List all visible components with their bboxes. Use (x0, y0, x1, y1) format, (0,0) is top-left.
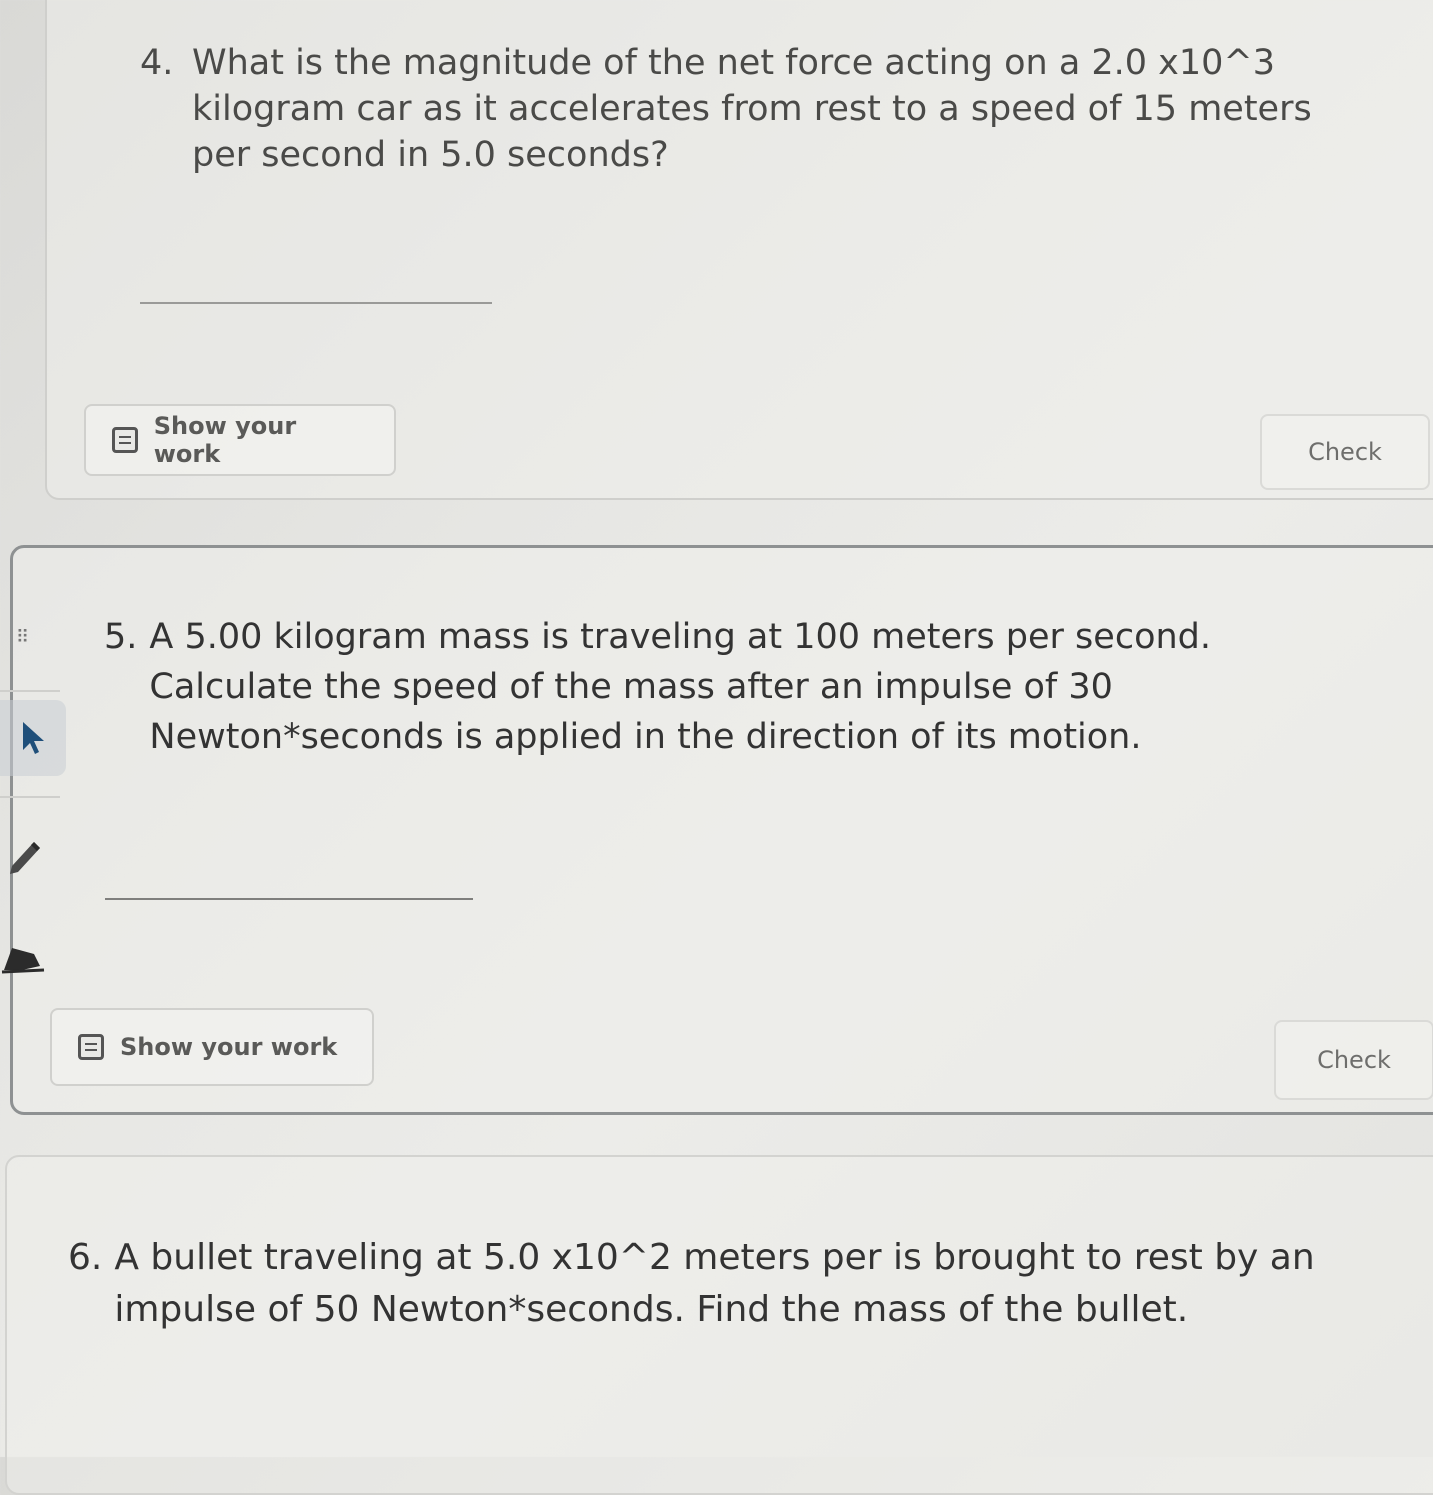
pointer-icon[interactable] (0, 700, 66, 776)
pen-icon-glyph (10, 842, 40, 874)
check-label: Check (1308, 438, 1382, 466)
show-your-work-label: Show your work (120, 1033, 338, 1061)
question-number: 4. (140, 43, 174, 83)
question-text: A bullet traveling at 5.0 x10^2 meters p… (114, 1237, 1315, 1330)
show-your-work-button[interactable]: Show your work (84, 404, 396, 476)
show-your-work-label: Show your work (153, 412, 297, 468)
check-button[interactable]: Check (1260, 414, 1430, 490)
question-4: 4. What is the magnitude of the net forc… (140, 40, 1320, 178)
toolbar-divider (0, 690, 60, 692)
answer-blank[interactable] (140, 302, 492, 304)
document-icon (78, 1034, 104, 1060)
answer-blank[interactable] (105, 898, 473, 900)
highlighter-icon[interactable] (0, 936, 48, 976)
question-5: 5. A 5.00 kilogram mass is traveling at … (104, 612, 1344, 762)
question-text: A 5.00 kilogram mass is traveling at 100… (149, 617, 1212, 757)
drag-handle-icon[interactable]: ⠿ (16, 628, 46, 648)
question-number: 5. (104, 617, 138, 657)
question-text: What is the magnitude of the net force a… (192, 43, 1312, 175)
pen-icon[interactable] (4, 838, 44, 878)
check-button[interactable]: Check (1274, 1020, 1433, 1100)
check-label: Check (1317, 1046, 1391, 1074)
toolbar-divider (0, 796, 60, 798)
pointer-icon-glyph (23, 722, 44, 754)
question-number: 6. (68, 1237, 103, 1278)
show-your-work-button[interactable]: Show your work (50, 1008, 374, 1086)
highlighter-icon-glyph (1, 948, 45, 974)
document-icon (112, 427, 138, 453)
question-6: 6. A bullet traveling at 5.0 x10^2 meter… (68, 1232, 1348, 1336)
